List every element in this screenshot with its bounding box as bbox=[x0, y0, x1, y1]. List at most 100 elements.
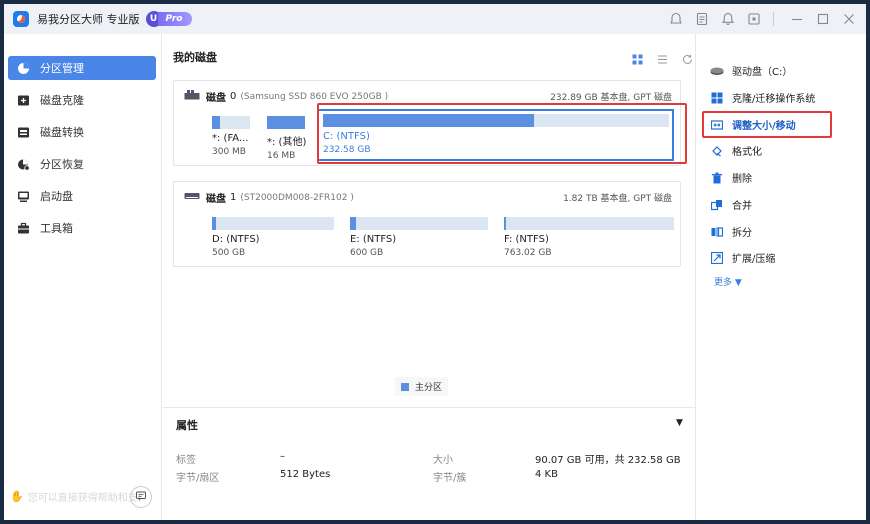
feedback-icon[interactable] bbox=[743, 8, 765, 30]
maximize-icon[interactable] bbox=[812, 8, 834, 30]
more-button[interactable]: 更多 ▼ bbox=[714, 275, 742, 288]
pro-badge[interactable]: Pro bbox=[157, 12, 193, 26]
disk-model: (ST2000DM008-2FR102 ) bbox=[240, 192, 354, 203]
help-promo[interactable]: ✋ 您可以直接获得帮助和支持 bbox=[10, 489, 140, 504]
op-label: 克隆/迁移操作系统 bbox=[732, 94, 816, 105]
disk-convert-icon bbox=[16, 125, 30, 139]
chat-button[interactable] bbox=[130, 486, 152, 508]
bell-icon[interactable] bbox=[717, 8, 739, 30]
partition-size: 300 MB bbox=[212, 147, 246, 157]
partition-recovery-icon bbox=[16, 157, 30, 171]
sidebar-item-label: 启动盘 bbox=[40, 190, 73, 203]
hdd-icon bbox=[184, 190, 200, 205]
prop-size-value: 90.07 GB 可用，共 232.58 GB bbox=[535, 455, 681, 466]
op-split[interactable]: 拆分 bbox=[710, 224, 752, 239]
sidebar-item-disk-convert[interactable]: 磁盘转换 bbox=[8, 120, 156, 144]
drive-label-text: 驱动盘（C:） bbox=[732, 67, 793, 78]
sidebar-item-label: 分区管理 bbox=[40, 62, 84, 75]
partition-usage bbox=[350, 217, 356, 230]
disk-card-1[interactable]: 磁盘 1 (ST2000DM008-2FR102 ) 1.82 TB 基本盘, … bbox=[173, 181, 681, 267]
refresh-icon[interactable] bbox=[680, 52, 694, 66]
partition-usage bbox=[212, 116, 220, 129]
partition-e[interactable]: E: (NTFS) 600 GB bbox=[350, 217, 488, 258]
view-tools bbox=[619, 52, 694, 66]
app-title: 易我分区大师 专业版 bbox=[37, 13, 140, 26]
op-merge[interactable]: 合并 bbox=[710, 197, 752, 212]
partition-label: E: (NTFS) bbox=[350, 234, 397, 245]
prop-label-value: – bbox=[280, 451, 285, 462]
op-format[interactable]: 格式化 bbox=[710, 143, 762, 158]
partition-usage bbox=[504, 217, 506, 230]
op-delete[interactable]: 删除 bbox=[710, 170, 752, 185]
list-view-icon[interactable] bbox=[655, 52, 669, 66]
partition-label: D: (NTFS) bbox=[212, 234, 260, 245]
disk-name: 磁盘 bbox=[206, 194, 226, 205]
app-window: 易我分区大师 专业版 U Pro 分区管理 磁盘克隆 磁盘转换 分区恢复 启动盘… bbox=[4, 4, 866, 520]
partition-size: 600 GB bbox=[350, 248, 384, 258]
partition-other[interactable]: *: (其他) 16 MB bbox=[267, 116, 306, 161]
chat-icon bbox=[135, 490, 147, 505]
sidebar-item-toolbox[interactable]: 工具箱 bbox=[8, 216, 156, 240]
disk-number: 1 bbox=[230, 192, 237, 203]
partition-label: *: (FA... bbox=[212, 133, 249, 144]
op-label: 扩展/压缩 bbox=[732, 254, 776, 265]
partition-f[interactable]: F: (NTFS) 763.02 GB bbox=[504, 217, 674, 258]
partition-bar bbox=[267, 116, 305, 129]
sidebar-item-label: 分区恢复 bbox=[40, 158, 84, 171]
grid-view-icon[interactable] bbox=[630, 52, 644, 66]
title-separator bbox=[773, 12, 774, 26]
title-tools bbox=[661, 4, 860, 34]
main-panel: 我的磁盘 磁盘 0 (Samsung SSD 860 EVO 250GB ) 2… bbox=[163, 34, 695, 520]
disk-header: 磁盘 0 (Samsung SSD 860 EVO 250GB ) 232.89… bbox=[184, 89, 672, 104]
app-logo-icon bbox=[13, 11, 29, 27]
partition-legend: 主分区 bbox=[395, 377, 449, 396]
collapse-arrow-icon[interactable]: ▼ bbox=[676, 418, 683, 428]
op-label: 删除 bbox=[732, 174, 752, 185]
op-clone-os[interactable]: 克隆/迁移操作系统 bbox=[710, 90, 815, 105]
prop-sector-value: 512 Bytes bbox=[280, 469, 331, 480]
partition-bar bbox=[504, 217, 674, 230]
sidebar-item-partition-manager[interactable]: 分区管理 bbox=[8, 56, 156, 80]
disk-number: 0 bbox=[230, 91, 237, 102]
sidebar-item-label: 工具箱 bbox=[40, 222, 73, 235]
disk-name: 磁盘 bbox=[206, 93, 226, 104]
disk-header: 磁盘 1 (ST2000DM008-2FR102 ) 1.82 TB 基本盘, … bbox=[184, 190, 672, 205]
legend-swatch bbox=[401, 382, 409, 391]
drive-icon bbox=[710, 64, 724, 78]
partition-usage bbox=[212, 217, 216, 230]
sidebar-item-bootable-disk[interactable]: 启动盘 bbox=[8, 184, 156, 208]
windows-icon bbox=[710, 91, 724, 105]
close-icon[interactable] bbox=[838, 8, 860, 30]
sidebar-item-disk-clone[interactable]: 磁盘克隆 bbox=[8, 88, 156, 112]
sidebar-item-label: 磁盘克隆 bbox=[40, 94, 84, 107]
title-bar: 易我分区大师 专业版 U Pro bbox=[4, 4, 866, 34]
partition-fat[interactable]: *: (FA... 300 MB bbox=[212, 116, 250, 157]
properties-panel: 属性 ▼ 标签 – 字节/扇区 512 Bytes 大小 90.07 GB 可用… bbox=[163, 407, 695, 520]
waving-hand-icon: ✋ bbox=[10, 490, 24, 503]
support-icon[interactable] bbox=[665, 8, 687, 30]
minimize-icon[interactable] bbox=[786, 8, 808, 30]
partition-bar bbox=[350, 217, 488, 230]
properties-title: 属性 bbox=[176, 419, 198, 432]
highlight-box-resize bbox=[702, 111, 832, 138]
partition-bar bbox=[212, 116, 250, 129]
prop-size-key: 大小 bbox=[433, 455, 453, 466]
help-promo-text: 您可以直接获得帮助和支持 bbox=[27, 493, 140, 504]
sidebar-item-label: 磁盘转换 bbox=[40, 126, 84, 139]
disk-info: 1.82 TB 基本盘, GPT 磁盘 bbox=[563, 194, 672, 204]
op-label: 拆分 bbox=[732, 228, 752, 239]
merge-icon bbox=[710, 198, 724, 212]
bootable-disk-icon bbox=[16, 189, 30, 203]
extend-shrink-icon bbox=[710, 251, 724, 265]
partition-d[interactable]: D: (NTFS) 500 GB bbox=[212, 217, 334, 258]
op-extend-shrink[interactable]: 扩展/压缩 bbox=[710, 250, 775, 265]
disk-clone-icon bbox=[16, 93, 30, 107]
sidebar-item-partition-recovery[interactable]: 分区恢复 bbox=[8, 152, 156, 176]
highlight-box-partition bbox=[317, 103, 687, 164]
ssd-icon bbox=[184, 89, 200, 104]
notes-icon[interactable] bbox=[691, 8, 713, 30]
prop-cluster-key: 字节/簇 bbox=[433, 473, 467, 484]
partition-size: 763.02 GB bbox=[504, 248, 552, 258]
op-label: 合并 bbox=[732, 201, 752, 212]
partition-label: F: (NTFS) bbox=[504, 234, 549, 245]
